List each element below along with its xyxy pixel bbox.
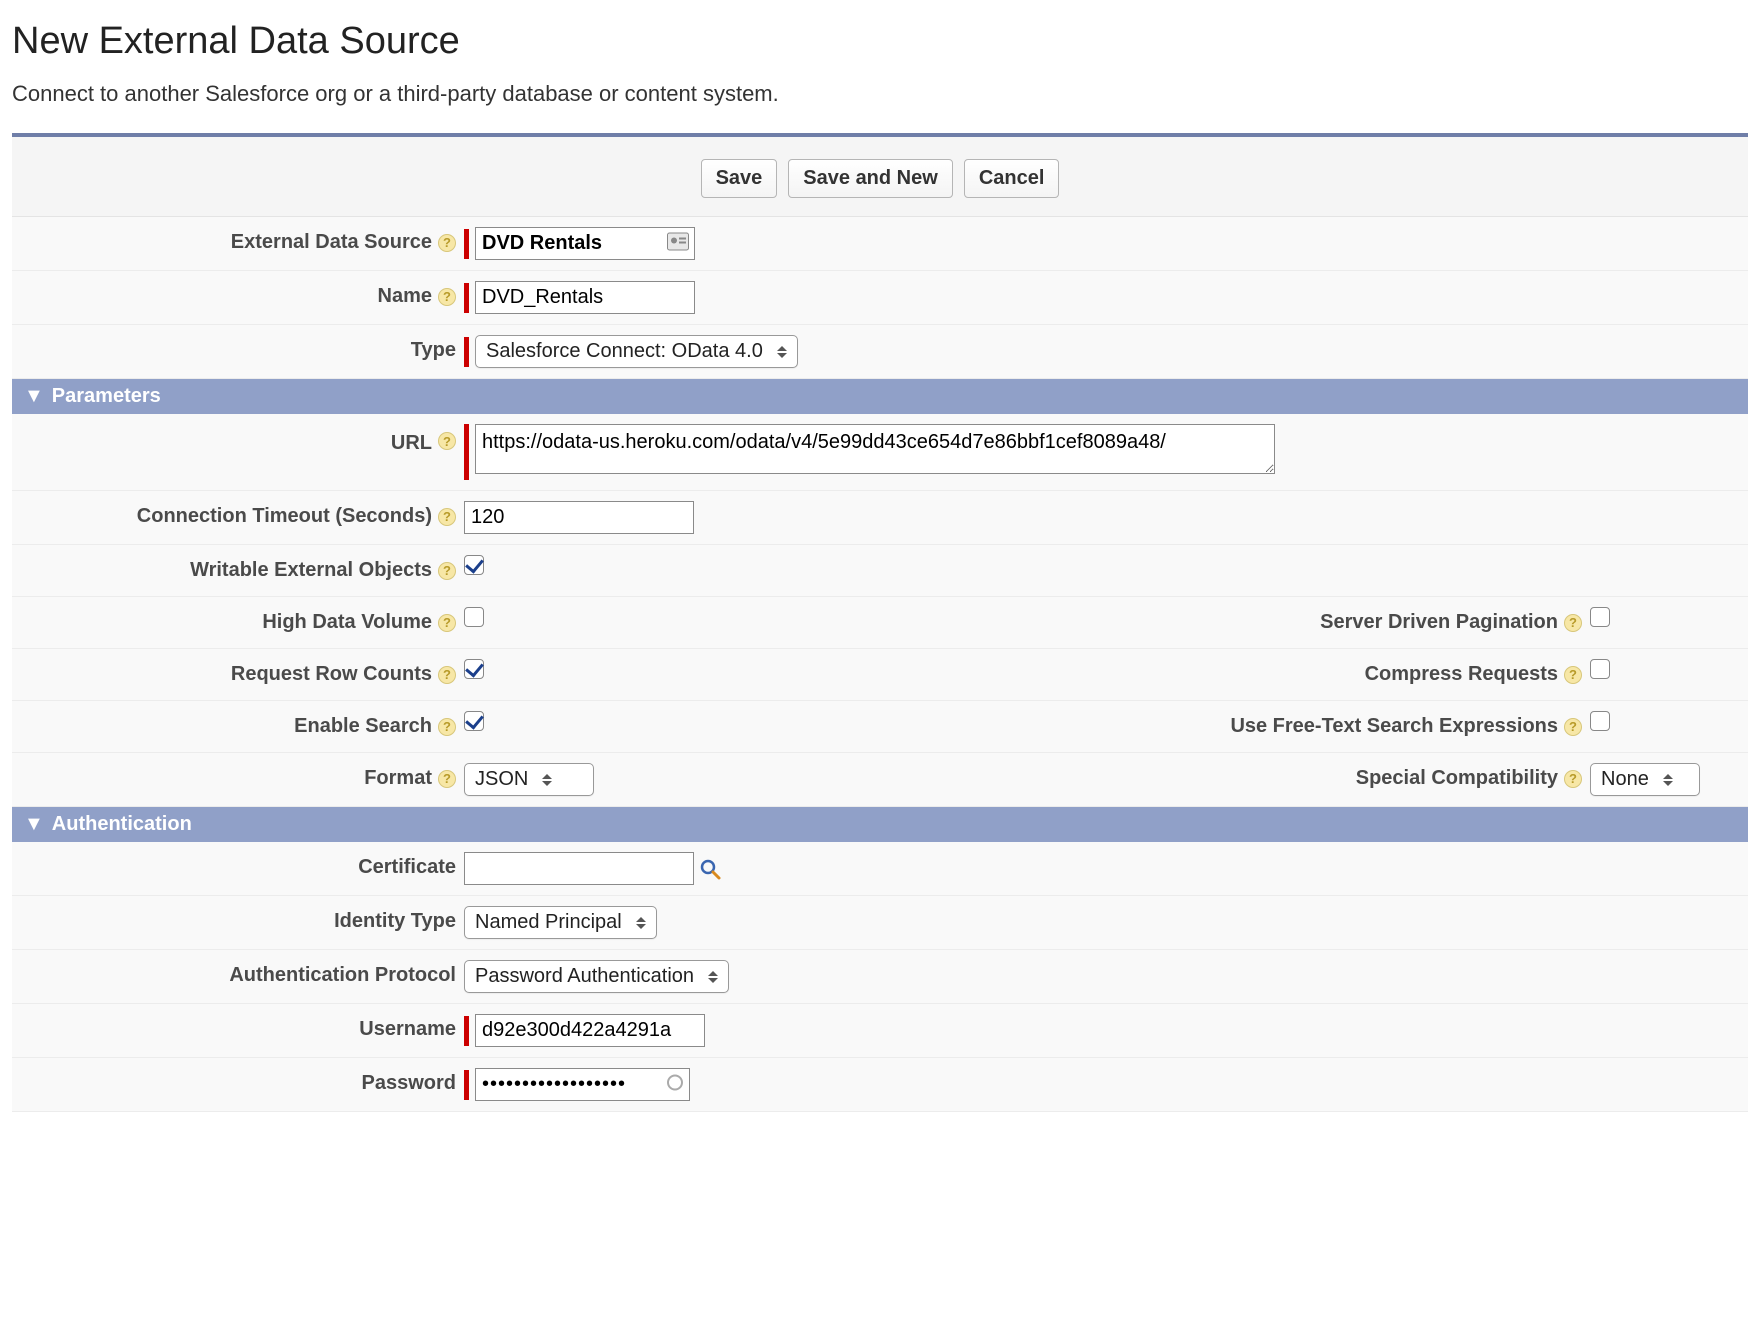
- help-icon[interactable]: ?: [438, 562, 456, 580]
- button-bar: Save Save and New Cancel: [12, 137, 1748, 217]
- url-label: URL: [391, 432, 432, 455]
- identity-type-label: Identity Type: [334, 910, 456, 933]
- format-select-value: JSON: [475, 768, 528, 791]
- format-select[interactable]: JSON: [464, 763, 594, 796]
- required-bar: [464, 424, 469, 480]
- enable-search-label: Enable Search: [294, 715, 432, 738]
- request-row-counts-label: Request Row Counts: [231, 663, 432, 686]
- required-bar: [464, 283, 469, 313]
- name-label: Name: [378, 285, 432, 308]
- save-button[interactable]: Save: [701, 159, 778, 198]
- authentication-section-header[interactable]: ▼ Authentication: [12, 807, 1748, 842]
- external-data-source-label: External Data Source: [231, 231, 432, 254]
- connection-timeout-input[interactable]: [464, 501, 694, 534]
- collapse-triangle-icon: ▼: [24, 813, 44, 836]
- form-panel: Save Save and New Cancel External Data S…: [12, 133, 1748, 1112]
- format-label: Format: [364, 767, 432, 790]
- username-input[interactable]: [475, 1014, 705, 1047]
- authentication-section-title: Authentication: [52, 813, 192, 836]
- auth-protocol-label: Authentication Protocol: [229, 964, 456, 987]
- certificate-label: Certificate: [358, 856, 456, 879]
- special-compatibility-select[interactable]: None: [1590, 763, 1700, 796]
- server-driven-pagination-checkbox[interactable]: [1590, 607, 1610, 627]
- help-icon[interactable]: ?: [438, 288, 456, 306]
- help-icon[interactable]: ?: [438, 718, 456, 736]
- select-caret-icon: [542, 774, 552, 786]
- connection-timeout-label: Connection Timeout (Seconds): [137, 505, 432, 528]
- certificate-input[interactable]: [464, 852, 694, 885]
- required-bar: [464, 1016, 469, 1046]
- collapse-triangle-icon: ▼: [24, 385, 44, 408]
- type-label: Type: [411, 339, 456, 362]
- type-select-value: Salesforce Connect: OData 4.0: [486, 340, 763, 363]
- select-caret-icon: [777, 346, 787, 358]
- help-icon[interactable]: ?: [438, 432, 456, 450]
- password-input[interactable]: [475, 1068, 690, 1101]
- writable-external-objects-checkbox[interactable]: [464, 555, 484, 575]
- select-caret-icon: [1663, 774, 1673, 786]
- free-text-search-checkbox[interactable]: [1590, 711, 1610, 731]
- parameters-section-header[interactable]: ▼ Parameters: [12, 379, 1748, 414]
- external-data-source-input[interactable]: [475, 227, 695, 260]
- help-icon[interactable]: ?: [1564, 770, 1582, 788]
- name-input[interactable]: [475, 281, 695, 314]
- identity-type-select-value: Named Principal: [475, 911, 622, 934]
- page-title: New External Data Source: [12, 20, 1748, 63]
- writable-external-objects-label: Writable External Objects: [190, 559, 432, 582]
- required-bar: [464, 229, 469, 259]
- help-icon[interactable]: ?: [438, 234, 456, 252]
- request-row-counts-checkbox[interactable]: [464, 659, 484, 679]
- compress-requests-checkbox[interactable]: [1590, 659, 1610, 679]
- help-icon[interactable]: ?: [438, 614, 456, 632]
- auth-protocol-select-value: Password Authentication: [475, 965, 694, 988]
- special-compatibility-select-value: None: [1601, 768, 1649, 791]
- auth-protocol-select[interactable]: Password Authentication: [464, 960, 729, 993]
- compress-requests-label: Compress Requests: [1365, 663, 1558, 686]
- help-icon[interactable]: ?: [1564, 666, 1582, 684]
- type-select[interactable]: Salesforce Connect: OData 4.0: [475, 335, 798, 368]
- select-caret-icon: [708, 971, 718, 983]
- username-label: Username: [359, 1018, 456, 1041]
- circle-icon: [666, 1073, 684, 1096]
- select-caret-icon: [636, 917, 646, 929]
- high-data-volume-label: High Data Volume: [262, 611, 432, 634]
- special-compatibility-label: Special Compatibility: [1356, 767, 1558, 790]
- required-bar: [464, 1070, 469, 1100]
- contact-card-icon[interactable]: [667, 232, 689, 255]
- parameters-section-title: Parameters: [52, 385, 161, 408]
- enable-search-checkbox[interactable]: [464, 711, 484, 731]
- help-icon[interactable]: ?: [438, 508, 456, 526]
- cancel-button[interactable]: Cancel: [964, 159, 1060, 198]
- server-driven-pagination-label: Server Driven Pagination: [1320, 611, 1558, 634]
- password-label: Password: [362, 1072, 456, 1095]
- help-icon[interactable]: ?: [438, 770, 456, 788]
- save-and-new-button[interactable]: Save and New: [788, 159, 953, 198]
- lookup-icon[interactable]: [698, 857, 722, 881]
- high-data-volume-checkbox[interactable]: [464, 607, 484, 627]
- free-text-search-label: Use Free-Text Search Expressions: [1230, 715, 1558, 738]
- help-icon[interactable]: ?: [438, 666, 456, 684]
- url-input[interactable]: https://odata-us.heroku.com/odata/v4/5e9…: [475, 424, 1275, 474]
- required-bar: [464, 337, 469, 367]
- help-icon[interactable]: ?: [1564, 614, 1582, 632]
- identity-type-select[interactable]: Named Principal: [464, 906, 657, 939]
- help-icon[interactable]: ?: [1564, 718, 1582, 736]
- page-description: Connect to another Salesforce org or a t…: [12, 81, 1748, 107]
